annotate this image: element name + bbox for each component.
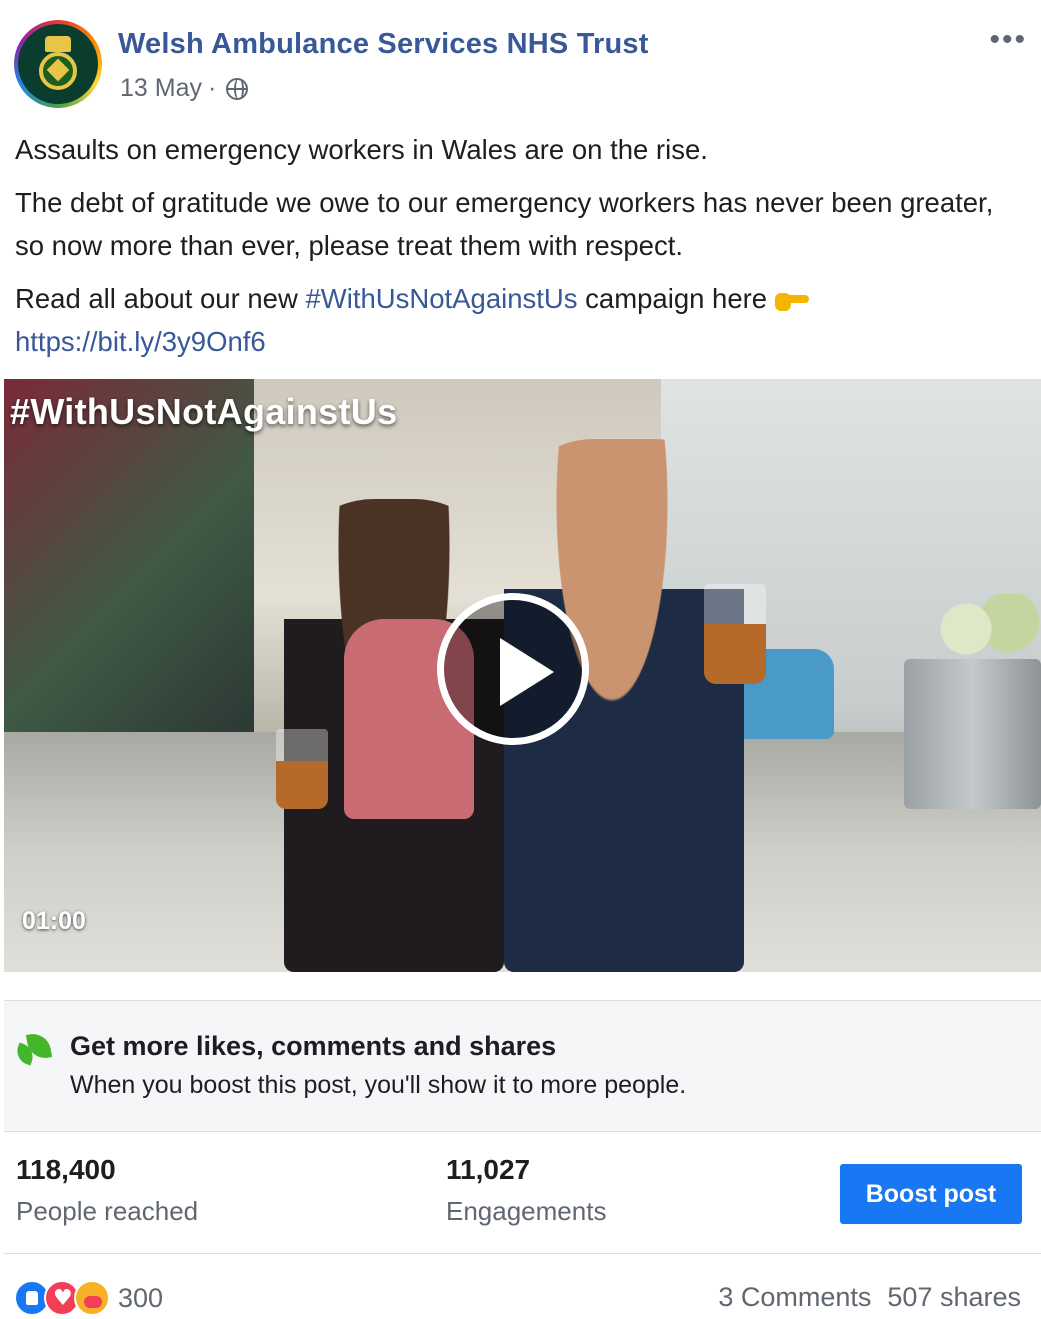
- people-reached-stat: 118,400 People reached: [16, 1154, 198, 1227]
- page-avatar[interactable]: [14, 20, 102, 108]
- video-duration: 01:00: [22, 907, 86, 935]
- post-text: Assaults on emergency workers in Wales a…: [15, 128, 1011, 363]
- people-reached-label: People reached: [16, 1196, 199, 1226]
- post-paragraph-1: Assaults on emergency workers in Wales a…: [15, 134, 708, 165]
- campaign-link[interactable]: https://bit.ly/3y9Onf6: [15, 326, 266, 357]
- meta-separator: ·: [207, 74, 217, 102]
- more-options-icon[interactable]: •••: [989, 25, 1027, 55]
- promo-subtitle: When you boost this post, you'll show it…: [70, 1071, 687, 1099]
- play-icon[interactable]: [437, 593, 589, 745]
- engagement-counts: 3 Comments 507 shares: [718, 1282, 1021, 1313]
- video-scene-cup-left: [276, 729, 328, 809]
- pointing-right-icon: [774, 287, 809, 311]
- post-header: Welsh Ambulance Services NHS Trust 13 Ma…: [14, 20, 1027, 110]
- people-reached-value: 118,400: [16, 1154, 116, 1185]
- globe-icon: [226, 77, 249, 100]
- reaction-count[interactable]: 300: [118, 1283, 163, 1314]
- care-icon: [74, 1280, 110, 1316]
- hashtag-link[interactable]: #WithUsNotAgainstUs: [305, 283, 577, 314]
- video-player[interactable]: #WithUsNotAgainstUs 01:00: [4, 379, 1041, 972]
- post-paragraph-3: Read all about our new #WithUsNotAgainst…: [15, 277, 1011, 363]
- post-insights: 118,400 People reached 11,027 Engagement…: [4, 1132, 1041, 1254]
- crest-logo: [18, 24, 98, 104]
- boost-promo-banner: Get more likes, comments and shares When…: [4, 1000, 1041, 1132]
- video-scene-bins: [904, 659, 1041, 809]
- crest-icon: [35, 36, 81, 92]
- engagements-label: Engagements: [446, 1196, 607, 1226]
- video-scene-plants: [934, 594, 1041, 664]
- post-paragraph-2: The debt of gratitude we owe to our emer…: [15, 187, 994, 261]
- paragraph-3-suffix: campaign here: [585, 283, 768, 314]
- post-meta: 13 May ·: [120, 74, 249, 103]
- reactions-summary[interactable]: 300: [14, 1278, 163, 1318]
- promo-title: Get more likes, comments and shares: [70, 1031, 557, 1061]
- video-overlay-hashtag: #WithUsNotAgainstUs: [10, 391, 398, 432]
- page-name-link[interactable]: Welsh Ambulance Services NHS Trust: [118, 28, 649, 61]
- engagements-value: 11,027: [446, 1154, 531, 1185]
- leaf-check-icon: [12, 1029, 53, 1069]
- video-scene-cup-right: [704, 584, 766, 684]
- shares-count-link[interactable]: 507 shares: [887, 1282, 1021, 1313]
- comments-count-link[interactable]: 3 Comments: [718, 1282, 871, 1313]
- paragraph-3-prefix: Read all about our new: [15, 283, 298, 314]
- engagements-stat: 11,027 Engagements: [446, 1154, 606, 1227]
- boost-post-button[interactable]: Boost post: [840, 1164, 1022, 1224]
- post-date[interactable]: 13 May: [120, 74, 202, 103]
